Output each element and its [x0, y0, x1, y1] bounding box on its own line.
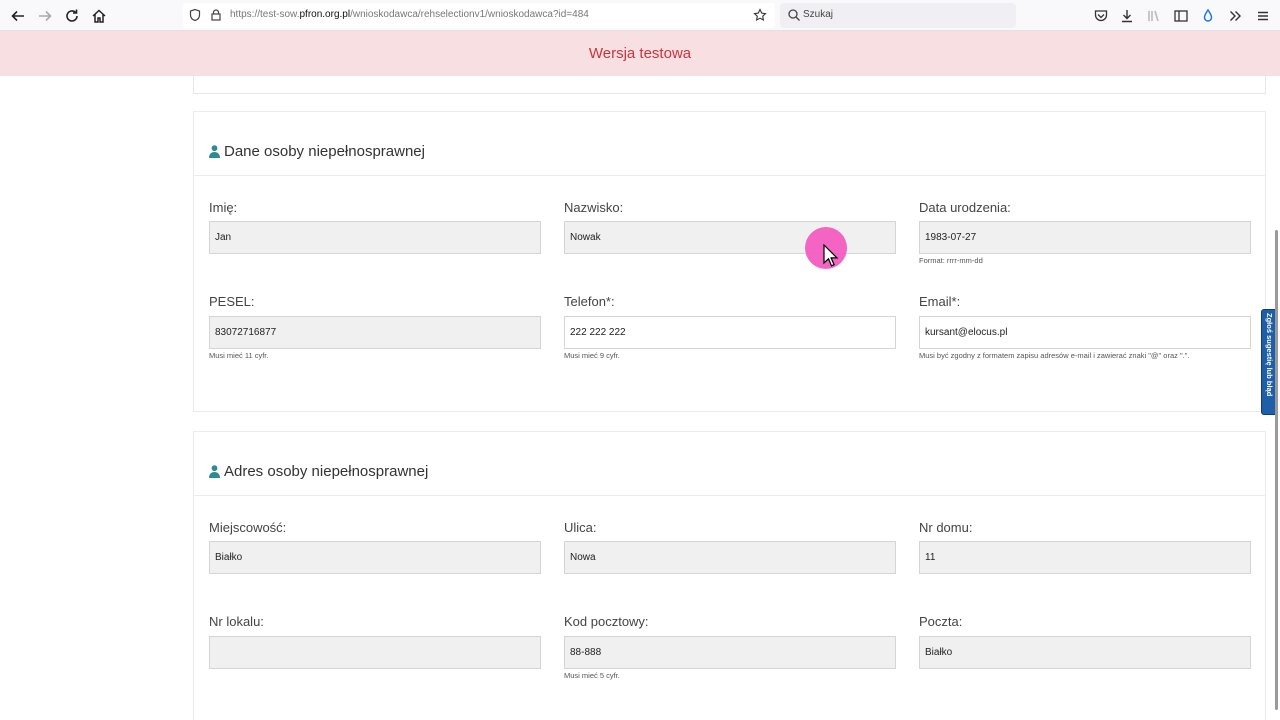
reload-icon[interactable] [61, 5, 83, 27]
library-icon[interactable] [1143, 5, 1165, 27]
street-input[interactable]: Nowa [564, 541, 896, 574]
download-icon[interactable] [1116, 5, 1138, 27]
postal-code-help: Musi mieć 5 cyfr. [564, 671, 620, 680]
panel-heading: Adres osoby niepełnosprawnej [194, 432, 1265, 496]
flat-number-label: Nr lokalu: [209, 614, 264, 629]
previous-panel-bottom [193, 76, 1266, 94]
lock-icon[interactable] [209, 8, 223, 22]
house-number-label: Nr domu: [919, 520, 973, 535]
menu-hamburger-icon[interactable] [1252, 5, 1274, 27]
first-name-input[interactable]: Jan [209, 221, 541, 254]
birth-date-label: Data urodzenia: [919, 200, 1011, 215]
sidebar-icon[interactable] [1170, 5, 1192, 27]
search-placeholder: Szukaj [803, 9, 834, 20]
search-box[interactable]: Szukaj [780, 3, 1016, 28]
phone-input[interactable]: 222 222 222 [564, 316, 896, 349]
user-icon [209, 145, 220, 158]
mouse-pointer-icon [823, 244, 839, 267]
overflow-chevrons-icon[interactable] [1224, 5, 1246, 27]
pocket-icon[interactable] [1090, 5, 1112, 27]
phone-help: Musi mieć 9 cyfr. [564, 351, 620, 360]
postal-code-input[interactable]: 88-888 [564, 636, 896, 669]
test-version-banner: Wersja testowa [0, 31, 1280, 76]
email-label: Email*: [919, 294, 961, 309]
panel-heading: Dane osoby niepełnosprawnej [194, 112, 1265, 176]
page-scrollbar[interactable] [1273, 76, 1280, 720]
browser-toolbar: https://test-sow.pfron.org.pl/wnioskodaw… [0, 0, 1280, 31]
address-panel: Adres osoby niepełnosprawnej Miejscowość… [193, 431, 1266, 720]
post-office-label: Poczta: [919, 614, 963, 629]
first-name-label: Imię: [209, 200, 238, 215]
person-data-panel: Dane osoby niepełnosprawnej Imię: Jan Na… [193, 111, 1266, 412]
birth-date-input[interactable]: 1983-07-27 [919, 221, 1251, 254]
back-arrow-icon[interactable] [7, 5, 29, 27]
email-help: Musi być zgodny z formatem zapisu adresó… [919, 351, 1190, 360]
banner-text: Wersja testowa [588, 45, 692, 62]
url-text[interactable]: https://test-sow.pfron.org.pl/wnioskodaw… [230, 9, 589, 20]
home-icon[interactable] [88, 5, 110, 27]
user-icon [209, 465, 220, 478]
forward-arrow-icon[interactable] [34, 5, 56, 27]
section-title: Adres osoby niepełnosprawnej [209, 463, 428, 480]
scrollbar-thumb[interactable] [1275, 230, 1278, 710]
pesel-label: PESEL: [209, 294, 255, 309]
house-number-input[interactable]: 11 [919, 541, 1251, 574]
street-label: Ulica: [564, 520, 597, 535]
url-bar[interactable]: https://test-sow.pfron.org.pl/wnioskodaw… [183, 3, 775, 28]
city-input[interactable]: Białko [209, 541, 541, 574]
pesel-input[interactable]: 83072716877 [209, 316, 541, 349]
phone-label: Telefon*: [564, 294, 615, 309]
email-input[interactable]: kursant@elocus.pl [919, 316, 1251, 349]
city-label: Miejscowość: [209, 520, 287, 535]
flat-number-input[interactable] [209, 636, 541, 669]
extension-drop-icon[interactable] [1197, 5, 1219, 27]
post-office-input[interactable]: Białko [919, 636, 1251, 669]
pesel-help: Musi mieć 11 cyfr. [209, 351, 269, 360]
last-name-label: Nazwisko: [564, 200, 624, 215]
search-icon [788, 9, 800, 21]
postal-code-label: Kod pocztowy: [564, 614, 649, 629]
bookmark-star-icon[interactable] [753, 8, 767, 22]
section-title: Dane osoby niepełnosprawnej [209, 143, 425, 160]
birth-date-help: Format: rrrr-mm-dd [919, 256, 983, 265]
shield-icon[interactable] [188, 8, 202, 22]
